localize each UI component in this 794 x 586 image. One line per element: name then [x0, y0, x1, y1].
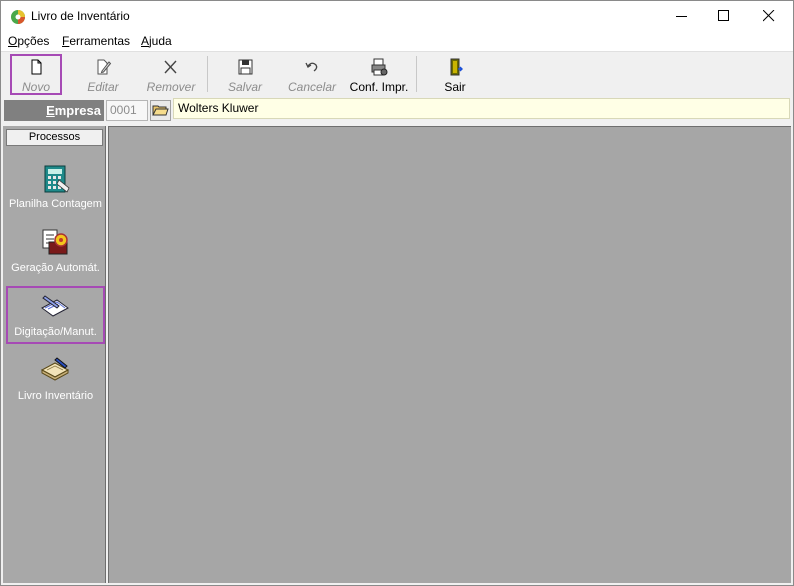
menu-ajuda-label: juda: [149, 34, 172, 48]
undo-icon: [305, 62, 318, 72]
editar-label: Editar: [87, 80, 119, 94]
open-folder-icon: [152, 105, 169, 116]
conf-impr-button[interactable]: Conf. Impr.: [346, 54, 412, 95]
livro-inventario-item[interactable]: Livro Inventário: [6, 350, 105, 408]
processos-header[interactable]: Processos: [6, 129, 103, 146]
cancelar-label: Cancelar: [287, 80, 337, 94]
new-document-icon: [31, 59, 42, 75]
spreadsheet-calculator-icon: [44, 165, 70, 193]
digitacao-manut-label: Digitação/Manut.: [14, 326, 97, 338]
maximize-icon: [718, 10, 729, 21]
empresa-name-field[interactable]: Wolters Kluwer: [173, 98, 790, 119]
menu-ferramentas[interactable]: Ferramentas: [62, 34, 130, 48]
empresa-open-button[interactable]: [150, 100, 171, 121]
edit-icon: [97, 59, 112, 75]
save-disk-icon: [238, 59, 253, 75]
window-title: Livro de Inventário: [31, 9, 130, 23]
digitacao-manut-item[interactable]: Digitação/Manut.: [6, 286, 105, 344]
remove-x-icon: [164, 60, 177, 74]
auto-generation-icon: [42, 229, 68, 255]
menu-opcoes-label: pções: [17, 34, 50, 48]
processos-panel: Processos Planilha Contagem Geração Auto…: [3, 126, 106, 583]
cancelar-button[interactable]: Cancelar: [283, 54, 341, 95]
menu-ajuda[interactable]: Ajuda: [141, 34, 172, 48]
menu-opcoes-accel: O: [8, 34, 18, 48]
salvar-label: Salvar: [227, 80, 262, 94]
salvar-button[interactable]: Salvar: [217, 54, 273, 95]
empresa-label-accel: E: [46, 103, 55, 118]
remover-label: Remover: [146, 80, 196, 94]
close-button[interactable]: [747, 1, 793, 32]
menu-bar: Opções Ferramentas Ajuda: [1, 32, 793, 51]
minimize-button[interactable]: [660, 1, 706, 32]
menu-ferramentas-label: erramentas: [69, 34, 131, 48]
close-icon: [763, 10, 775, 22]
title-bar: Livro de Inventário: [1, 1, 793, 32]
novo-label: Novo: [21, 80, 50, 94]
typing-notebook-icon: [41, 295, 69, 317]
ledger-book-icon: [40, 357, 70, 381]
geracao-automat-label: Geração Automát.: [11, 262, 100, 274]
maximize-button[interactable]: [702, 1, 748, 32]
editar-button[interactable]: Editar: [75, 54, 131, 95]
menu-ajuda-accel: A: [141, 34, 150, 48]
minimize-icon: [676, 16, 687, 17]
empresa-row: Empresa 0001 Wolters Kluwer: [1, 97, 793, 125]
toolbar: Novo Editar Remover Salvar Cancelar Conf…: [1, 51, 793, 97]
geracao-automat-item[interactable]: Geração Automát.: [6, 222, 105, 280]
sair-button[interactable]: Sair: [432, 54, 478, 95]
toolbar-separator: [207, 56, 208, 92]
planilha-contagem-item[interactable]: Planilha Contagem: [6, 158, 105, 216]
empresa-code-field[interactable]: 0001: [106, 100, 148, 121]
exit-door-icon: [450, 58, 463, 76]
menu-opcoes[interactable]: Opções: [8, 34, 49, 48]
planilha-contagem-label: Planilha Contagem: [9, 198, 102, 210]
app-window: Livro de Inventário Opções Ferramentas A…: [0, 0, 794, 586]
sair-label: Sair: [444, 80, 466, 94]
workspace-area: [108, 126, 791, 583]
remover-button[interactable]: Remover: [140, 54, 202, 95]
empresa-label-text: mpresa: [54, 103, 101, 118]
app-icon: [11, 10, 25, 24]
conf-impr-label: Conf. Impr.: [349, 80, 409, 94]
novo-button[interactable]: Novo: [10, 54, 62, 95]
toolbar-separator: [416, 56, 417, 92]
empresa-label: Empresa: [4, 100, 104, 121]
printer-settings-icon: [371, 58, 388, 76]
livro-inventario-label: Livro Inventário: [17, 390, 94, 402]
